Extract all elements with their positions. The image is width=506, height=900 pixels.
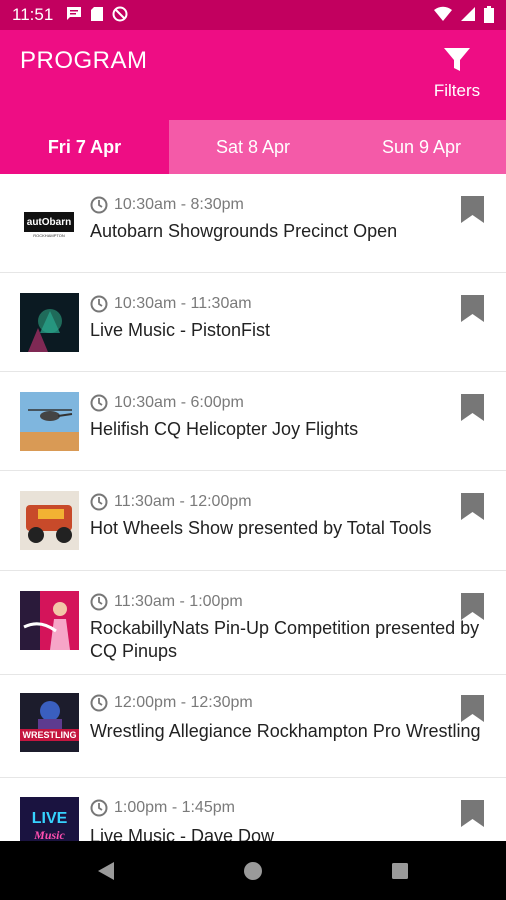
bookmark-icon[interactable] <box>461 593 484 620</box>
message-icon <box>67 7 81 20</box>
bookmark-icon[interactable] <box>461 800 484 827</box>
event-time-text: 10:30am - 11:30am <box>114 295 252 312</box>
event-time-text: 12:00pm - 12:30pm <box>114 694 253 711</box>
event-row[interactable]: autObarn ROCKHAMPTON 10:30am - 8:30pm Au… <box>0 174 506 273</box>
page-title: PROGRAM <box>20 47 148 74</box>
event-thumbnail: WRESTLING <box>20 693 79 752</box>
day-tabs: Fri 7 Apr Sat 8 Apr Sun 9 Apr <box>0 120 506 174</box>
event-row[interactable]: 10:30am - 11:30am Live Music - PistonFis… <box>0 273 506 372</box>
sd-card-icon <box>91 7 103 21</box>
event-time: 10:30am - 6:00pm <box>90 394 244 412</box>
event-row[interactable]: LIVE Music 1:00pm - 1:45pm Live Music - … <box>0 778 506 841</box>
bookmark-icon[interactable] <box>461 695 484 722</box>
recents-square-icon <box>392 862 408 879</box>
tab-fri-7-apr[interactable]: Fri 7 Apr <box>0 120 169 174</box>
event-row[interactable]: 10:30am - 6:00pm Helifish CQ Helicopter … <box>0 372 506 471</box>
event-time: 10:30am - 8:30pm <box>90 196 244 214</box>
event-row[interactable]: 11:30am - 1:00pm RockabillyNats Pin-Up C… <box>0 571 506 675</box>
filters-label: Filters <box>433 81 481 100</box>
event-time-text: 1:00pm - 1:45pm <box>114 799 235 816</box>
bookmark-icon[interactable] <box>461 196 484 223</box>
event-list[interactable]: autObarn ROCKHAMPTON 10:30am - 8:30pm Au… <box>0 174 506 841</box>
event-row[interactable]: 11:30am - 12:00pm Hot Wheels Show presen… <box>0 471 506 571</box>
event-thumbnail <box>20 293 79 352</box>
event-time: 11:30am - 12:00pm <box>90 493 252 511</box>
event-thumbnail: autObarn ROCKHAMPTON <box>20 194 78 252</box>
bookmark-icon[interactable] <box>461 295 484 322</box>
music-logo-text: Music <box>33 828 65 841</box>
event-row[interactable]: WRESTLING 12:00pm - 12:30pm Wrestling Al… <box>0 675 506 778</box>
event-title: Hot Wheels Show presented by Total Tools <box>90 518 432 538</box>
wrestling-logo-text: WRESTLING <box>23 730 77 740</box>
bookmark-icon[interactable] <box>461 394 484 421</box>
tab-sun-9-apr[interactable]: Sun 9 Apr <box>337 120 506 174</box>
recents-button[interactable] <box>380 841 420 900</box>
event-time-text: 10:30am - 8:30pm <box>114 196 244 213</box>
clock-icon <box>90 799 108 817</box>
event-time-text: 11:30am - 12:00pm <box>114 493 252 510</box>
event-thumbnail <box>20 591 79 650</box>
home-circle-icon <box>244 861 262 880</box>
event-time: 1:00pm - 1:45pm <box>90 799 235 817</box>
event-thumbnail: LIVE Music <box>20 797 79 841</box>
status-bar: 11:51 <box>0 0 506 30</box>
clock-icon <box>90 196 108 214</box>
autobarn-logo-text: autObarn <box>27 217 71 228</box>
back-triangle-icon <box>98 861 114 880</box>
tab-sat-8-apr[interactable]: Sat 8 Apr <box>169 120 337 174</box>
event-time: 10:30am - 11:30am <box>90 295 252 313</box>
event-time-text: 10:30am - 6:00pm <box>114 394 244 411</box>
system-navigation-bar <box>0 841 506 900</box>
clock-icon <box>90 593 108 611</box>
event-time: 11:30am - 1:00pm <box>90 593 243 611</box>
do-not-disturb-icon <box>112 6 128 22</box>
event-time-text: 11:30am - 1:00pm <box>114 593 243 610</box>
wifi-icon <box>434 6 452 22</box>
event-title: Live Music - PistonFist <box>90 320 271 340</box>
status-time: 11:51 <box>12 5 54 24</box>
filter-icon <box>444 48 470 71</box>
clock-icon <box>90 394 108 412</box>
autobarn-logo-sub: ROCKHAMPTON <box>33 233 65 238</box>
event-title: Wrestling Allegiance Rockhampton Pro Wre… <box>90 721 481 741</box>
app-bar: PROGRAM Filters <box>0 30 506 120</box>
event-title: Helifish CQ Helicopter Joy Flights <box>90 419 359 439</box>
bookmark-icon[interactable] <box>461 493 484 520</box>
clock-icon <box>90 694 108 712</box>
live-logo-text: LIVE <box>32 810 68 827</box>
event-title: Autobarn Showgrounds Precinct Open <box>90 221 398 241</box>
filters-button[interactable]: Filters <box>427 47 487 103</box>
clock-icon <box>90 493 108 511</box>
event-title: RockabillyNats Pin-Up Competition presen… <box>90 618 480 661</box>
home-button[interactable] <box>233 841 273 900</box>
battery-icon <box>484 6 494 23</box>
event-title: Live Music - Dave Dow <box>90 826 275 841</box>
back-button[interactable] <box>86 841 126 900</box>
event-thumbnail <box>20 392 79 451</box>
event-time: 12:00pm - 12:30pm <box>90 694 253 712</box>
signal-icon <box>461 7 475 21</box>
event-thumbnail <box>20 491 79 550</box>
clock-icon <box>90 295 108 313</box>
